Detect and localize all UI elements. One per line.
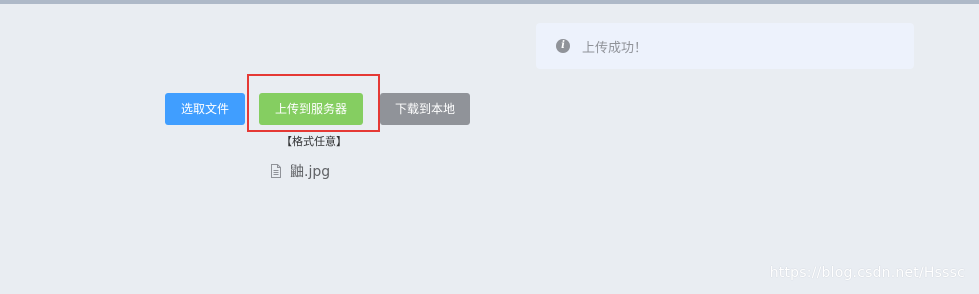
select-file-button[interactable]: 选取文件 bbox=[165, 93, 245, 125]
upload-success-alert: i 上传成功！ bbox=[536, 23, 914, 69]
download-local-button[interactable]: 下载到本地 bbox=[380, 93, 470, 125]
document-icon bbox=[271, 164, 281, 178]
watermark-text: https://blog.csdn.net/Hsssc bbox=[769, 265, 965, 281]
info-icon: i bbox=[556, 39, 570, 53]
alert-message: 上传成功！ bbox=[582, 40, 648, 56]
red-highlight-annotation bbox=[247, 74, 380, 132]
file-list-item[interactable]: 鼬.jpg bbox=[270, 161, 330, 181]
top-border-bar bbox=[0, 0, 979, 4]
format-hint: 【格式任意】 bbox=[281, 135, 347, 148]
file-name: 鼬.jpg bbox=[290, 164, 331, 180]
